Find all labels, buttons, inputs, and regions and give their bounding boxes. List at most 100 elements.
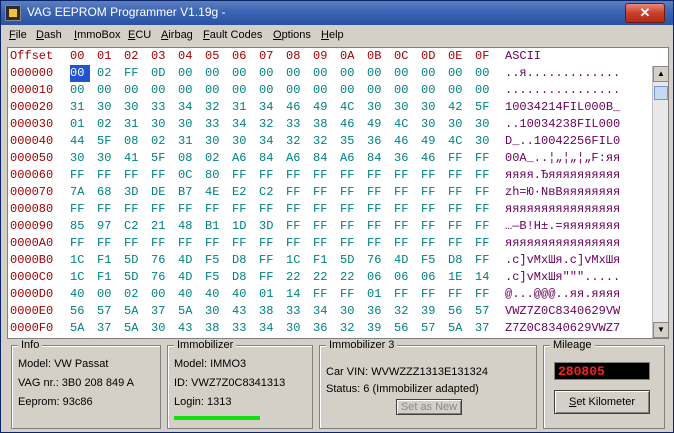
hex-byte[interactable]: 00: [205, 82, 225, 99]
hex-byte[interactable]: 40: [205, 286, 225, 303]
hex-byte[interactable]: 00: [259, 65, 279, 82]
hex-byte[interactable]: 40: [70, 286, 90, 303]
hex-byte[interactable]: FF: [340, 286, 360, 303]
hex-byte[interactable]: A6: [340, 150, 360, 167]
hex-byte[interactable]: 34: [259, 99, 279, 116]
hex-byte[interactable]: 01: [367, 286, 387, 303]
hex-byte[interactable]: 30: [475, 133, 495, 150]
hex-byte[interactable]: FF: [259, 167, 279, 184]
hex-byte[interactable]: 00: [151, 286, 171, 303]
hex-byte[interactable]: FF: [124, 235, 144, 252]
hex-byte[interactable]: 39: [421, 303, 441, 320]
hex-byte[interactable]: FF: [97, 167, 117, 184]
vertical-scrollbar[interactable]: ▲ ▼: [652, 66, 668, 338]
hex-byte[interactable]: D8: [448, 252, 468, 269]
hex-byte[interactable]: 00: [421, 82, 441, 99]
hex-byte[interactable]: 38: [205, 320, 225, 337]
hex-byte[interactable]: 4D: [394, 252, 414, 269]
hex-byte[interactable]: 49: [367, 116, 387, 133]
hex-editor[interactable]: Offset 00 01 02 03 04 05 06 07 08 09 0A 0B 0C 0D 0E 0F AS…: [7, 47, 669, 339]
hex-byte[interactable]: 97: [97, 218, 117, 235]
hex-byte[interactable]: 06: [421, 269, 441, 286]
hex-byte[interactable]: 30: [205, 303, 225, 320]
hex-byte[interactable]: 31: [232, 99, 252, 116]
hex-byte[interactable]: 3D: [259, 218, 279, 235]
hex-byte[interactable]: 22: [340, 269, 360, 286]
hex-byte[interactable]: 30: [475, 116, 495, 133]
hex-byte[interactable]: 56: [448, 303, 468, 320]
hex-byte[interactable]: FF: [313, 286, 333, 303]
hex-byte[interactable]: 4E: [205, 184, 225, 201]
title-bar[interactable]: VAG EEPROM Programmer V1.19g - ✕: [1, 1, 673, 25]
hex-byte[interactable]: FF: [286, 235, 306, 252]
hex-byte[interactable]: 4C: [448, 133, 468, 150]
hex-byte[interactable]: FF: [340, 235, 360, 252]
hex-byte[interactable]: 00: [340, 82, 360, 99]
ascii-cell[interactable]: .c]vMxШя.c]vMxШя: [505, 252, 655, 269]
hex-byte[interactable]: FF: [232, 167, 252, 184]
hex-byte[interactable]: 00: [286, 65, 306, 82]
hex-byte[interactable]: 01: [259, 286, 279, 303]
hex-byte[interactable]: 32: [205, 99, 225, 116]
menu-fault-codes[interactable]: Fault Codes: [203, 29, 262, 41]
hex-byte[interactable]: 34: [313, 303, 333, 320]
hex-byte[interactable]: 56: [394, 320, 414, 337]
hex-byte[interactable]: FF: [124, 65, 144, 82]
hex-byte[interactable]: 35: [340, 133, 360, 150]
hex-byte[interactable]: 30: [340, 303, 360, 320]
hex-byte[interactable]: FF: [205, 201, 225, 218]
hex-byte[interactable]: F1: [97, 269, 117, 286]
ascii-cell[interactable]: ................: [505, 82, 655, 99]
hex-byte[interactable]: FF: [70, 201, 90, 218]
hex-byte[interactable]: FF: [394, 218, 414, 235]
hex-byte[interactable]: 33: [286, 303, 306, 320]
hex-byte[interactable]: F5: [205, 252, 225, 269]
hex-byte[interactable]: 38: [313, 116, 333, 133]
hex-byte[interactable]: 38: [259, 303, 279, 320]
hex-byte[interactable]: 5A: [70, 320, 90, 337]
hex-byte[interactable]: 34: [232, 116, 252, 133]
hex-byte[interactable]: FF: [151, 167, 171, 184]
hex-byte[interactable]: DE: [151, 184, 171, 201]
hex-byte[interactable]: FF: [367, 184, 387, 201]
hex-byte[interactable]: 5F: [151, 150, 171, 167]
hex-byte[interactable]: 33: [205, 116, 225, 133]
hex-byte[interactable]: 30: [97, 150, 117, 167]
hex-byte[interactable]: 30: [394, 99, 414, 116]
hex-byte[interactable]: 30: [367, 99, 387, 116]
hex-byte[interactable]: 5D: [124, 269, 144, 286]
hex-byte[interactable]: FF: [394, 201, 414, 218]
ascii-cell[interactable]: VWZ7Z0C8340629VW: [505, 303, 655, 320]
hex-byte[interactable]: 00: [367, 65, 387, 82]
hex-byte[interactable]: 56: [70, 303, 90, 320]
hex-byte[interactable]: 14: [286, 286, 306, 303]
hex-byte[interactable]: 00: [340, 65, 360, 82]
hex-byte[interactable]: 5D: [340, 252, 360, 269]
hex-byte[interactable]: 44: [70, 133, 90, 150]
menu-ecu[interactable]: ECU: [128, 29, 151, 41]
hex-byte[interactable]: FF: [448, 235, 468, 252]
ascii-cell[interactable]: ..я.............: [505, 65, 655, 82]
hex-byte[interactable]: 34: [259, 133, 279, 150]
hex-byte[interactable]: 33: [286, 116, 306, 133]
hex-byte[interactable]: FF: [475, 286, 495, 303]
scroll-down-icon[interactable]: ▼: [653, 322, 668, 338]
hex-byte[interactable]: 00: [475, 82, 495, 99]
hex-byte[interactable]: 06: [367, 269, 387, 286]
hex-byte[interactable]: D8: [232, 252, 252, 269]
ascii-cell[interactable]: D_..10042256FIL0: [505, 133, 655, 150]
ascii-cell[interactable]: яяяяяяяяяяяяяяяя: [505, 235, 655, 252]
hex-byte[interactable]: 00: [232, 65, 252, 82]
hex-byte[interactable]: 42: [448, 99, 468, 116]
hex-byte[interactable]: 00: [178, 65, 198, 82]
hex-byte[interactable]: 00: [475, 65, 495, 82]
hex-byte[interactable]: E2: [232, 184, 252, 201]
hex-byte[interactable]: FF: [340, 201, 360, 218]
hex-byte[interactable]: 4D: [178, 252, 198, 269]
hex-byte[interactable]: 34: [178, 99, 198, 116]
hex-byte[interactable]: FF: [421, 218, 441, 235]
hex-byte[interactable]: FF: [421, 235, 441, 252]
hex-byte-cursor[interactable]: 00: [70, 65, 90, 82]
hex-byte[interactable]: 36: [367, 303, 387, 320]
hex-byte[interactable]: 30: [124, 99, 144, 116]
